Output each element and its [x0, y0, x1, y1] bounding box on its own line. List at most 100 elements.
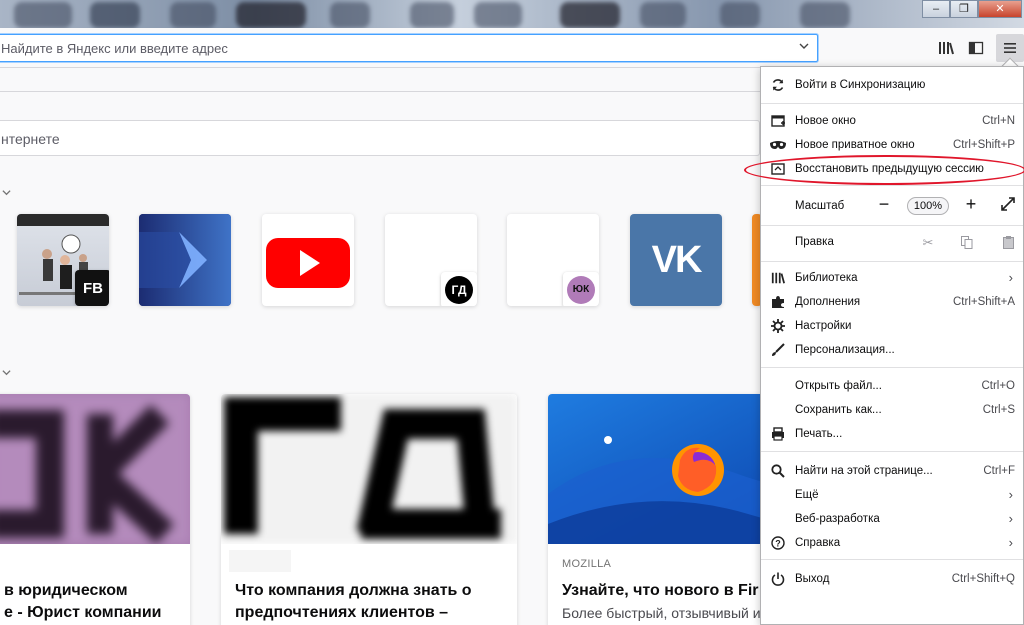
menu-item-private-window[interactable]: Новое приватное окно Ctrl+Shift+P [761, 133, 1023, 157]
sidebar-icon[interactable] [962, 34, 990, 62]
section-toggle-icon[interactable] [2, 188, 11, 200]
card-title: Узнайте, что нового в Fir [562, 582, 759, 599]
tab-thumbnail[interactable] [474, 2, 522, 28]
puzzle-icon [761, 295, 795, 309]
menu-separator [761, 367, 1023, 368]
menu-item-save-as[interactable]: Сохранить как... Ctrl+S [761, 398, 1023, 422]
menu-item-print[interactable]: Печать... [761, 422, 1023, 446]
fullscreen-icon[interactable] [997, 195, 1019, 217]
chevron-down-icon[interactable] [797, 40, 811, 54]
sync-icon [761, 78, 795, 92]
chevron-right-icon: › [1008, 270, 1013, 285]
highlight-card[interactable]: Что компания должна знать о предпочтения… [221, 394, 517, 625]
menu-item-zoom: Масштаб − 100% + [761, 193, 1023, 219]
menu-item-find[interactable]: Найти на этой странице... Ctrl+F [761, 459, 1023, 483]
menu-item-library[interactable]: Библиотека › [761, 266, 1023, 290]
tab-thumbnail[interactable] [90, 2, 140, 28]
chevron-right-icon: › [1008, 535, 1013, 550]
menu-shortcut: Ctrl+Shift+Q [951, 573, 1015, 585]
newtab-search-box[interactable]: нтернете [0, 120, 760, 156]
card-image [0, 394, 190, 544]
copy-icon[interactable] [960, 236, 974, 250]
menu-label: Новое приватное окно [795, 139, 915, 151]
card-source-placeholder [229, 550, 291, 572]
zoom-in-button[interactable]: + [960, 194, 982, 216]
search-icon [761, 464, 795, 478]
menu-separator [761, 103, 1023, 104]
help-icon: ? [761, 536, 795, 550]
menu-separator [761, 451, 1023, 452]
paste-icon[interactable] [1001, 236, 1015, 250]
search-placeholder: нтернете [1, 131, 60, 147]
menu-shortcut: Ctrl+Shift+A [953, 296, 1015, 308]
menu-item-webdev[interactable]: Веб-разработка › [761, 507, 1023, 531]
tab-thumbnail[interactable] [640, 2, 686, 28]
zoom-reset-button[interactable]: 100% [907, 197, 949, 215]
highlight-card[interactable]: в юридическом е - Юрист компании [0, 394, 190, 625]
menu-label: Справка [795, 537, 841, 549]
menu-shortcut: Ctrl+S [982, 404, 1015, 416]
menu-label: Найти на этой странице... [795, 465, 933, 477]
card-image [221, 394, 517, 544]
menu-item-open-file[interactable]: Открыть файл... Ctrl+O [761, 374, 1023, 398]
card-title: Что компания должна знать о [235, 582, 472, 599]
minimize-button[interactable]: – [922, 0, 950, 18]
tab-thumbnail[interactable] [330, 2, 370, 28]
menu-label: Новое окно [795, 115, 856, 127]
tab-thumbnail[interactable] [720, 2, 760, 28]
tab-thumbnail[interactable] [170, 2, 216, 28]
url-bar[interactable] [0, 34, 818, 62]
menu-label: Выход [795, 573, 830, 585]
vk-logo-icon: VK [651, 238, 703, 281]
menu-separator [761, 261, 1023, 262]
annotation-ellipse [744, 155, 1024, 185]
menu-item-edit: Правка ✂ [761, 229, 1023, 255]
menu-label: Ещё [795, 489, 819, 501]
topsite-arrow-site[interactable] [139, 214, 231, 306]
close-window-button[interactable]: ✕ [978, 0, 1022, 18]
topsite-yuk[interactable]: ЮК [507, 214, 599, 306]
menu-item-options[interactable]: Настройки [761, 314, 1023, 338]
menu-item-more[interactable]: Ещё › [761, 483, 1023, 507]
menu-label: Веб-разработка [795, 513, 880, 525]
card-desc: предпочтениях клиентов – [235, 604, 449, 621]
app-menu-panel: Войти в Синхронизацию Новое окно Ctrl+N … [760, 66, 1024, 625]
card-desc: е - Юрист компании [4, 604, 162, 621]
chevron-right-icon: › [1008, 511, 1013, 526]
restore-button[interactable]: ❐ [950, 0, 978, 18]
topsite-fb[interactable]: FB [17, 214, 109, 306]
tab-thumbnail[interactable] [800, 2, 850, 28]
menu-item-new-window[interactable]: Новое окно Ctrl+N [761, 109, 1023, 133]
zoom-out-button[interactable]: − [873, 194, 895, 216]
menu-shortcut: Ctrl+N [982, 115, 1015, 127]
tab-thumbnail[interactable] [560, 2, 620, 28]
card-desc: Более быстрый, отзывчивый и [562, 605, 761, 621]
menu-label: Открыть файл... [795, 380, 882, 392]
section-toggle-icon[interactable] [2, 368, 11, 380]
topsite-gd[interactable]: ГД [385, 214, 477, 306]
menu-item-customize[interactable]: Персонализация... [761, 338, 1023, 362]
library-icon[interactable] [932, 34, 960, 62]
menu-label: Сохранить как... [795, 404, 882, 416]
menu-item-addons[interactable]: Дополнения Ctrl+Shift+A [761, 290, 1023, 314]
menu-separator [761, 559, 1023, 560]
tab-thumbnail[interactable] [236, 2, 306, 28]
youtube-logo-icon [266, 238, 350, 288]
menu-item-sync[interactable]: Войти в Синхронизацию [761, 73, 1023, 97]
menu-label: Библиотека [795, 272, 858, 284]
tab-thumbnail[interactable] [410, 2, 454, 28]
card-source: MOZILLA [562, 558, 612, 570]
cut-icon[interactable]: ✂ [921, 236, 935, 250]
url-input[interactable] [1, 35, 781, 61]
tab-thumbnail[interactable] [14, 2, 72, 28]
topsite-vk[interactable]: VK [630, 214, 722, 306]
menu-shortcut: Ctrl+Shift+P [953, 139, 1015, 151]
menu-item-help[interactable]: ? Справка › [761, 531, 1023, 555]
title-bar: – ❐ ✕ [0, 0, 1024, 28]
topsite-youtube[interactable] [262, 214, 354, 306]
gear-icon [761, 319, 795, 333]
menu-item-quit[interactable]: Выход Ctrl+Shift+Q [761, 567, 1023, 591]
chevron-right-icon: › [1008, 487, 1013, 502]
topsite-badge: ГД [441, 272, 477, 306]
power-icon [761, 572, 795, 586]
